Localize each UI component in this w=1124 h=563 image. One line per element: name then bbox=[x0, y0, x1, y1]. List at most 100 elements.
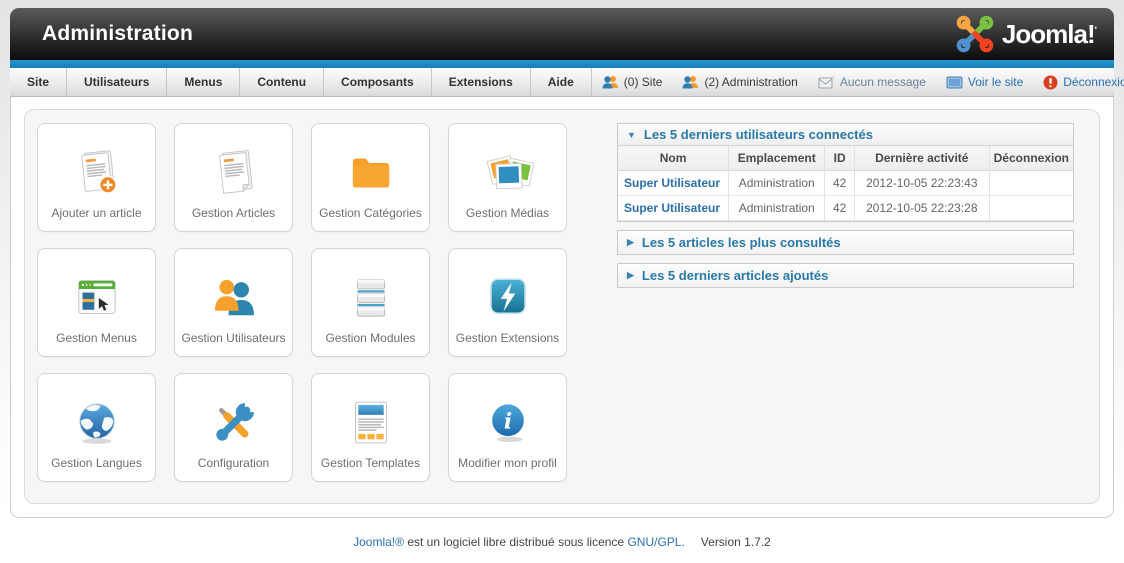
module-title: Les 5 derniers articles ajoutés bbox=[642, 268, 828, 283]
user-link[interactable]: Super Utilisateur bbox=[624, 176, 720, 190]
blue-stripe bbox=[10, 60, 1114, 68]
svg-text:i: i bbox=[503, 409, 511, 434]
quickicon-gestion-modules[interactable]: Gestion Modules bbox=[311, 248, 430, 357]
status-logout[interactable]: Déconnexion bbox=[1033, 75, 1124, 90]
module-header-latest[interactable]: ▶ Les 5 derniers articles ajoutés bbox=[618, 264, 1073, 287]
cell-emplacement: Administration bbox=[729, 196, 825, 221]
status-site-sessions[interactable]: (0) Site bbox=[592, 75, 673, 89]
column-header: Emplacement bbox=[729, 146, 825, 171]
dashboard-modules: ▼ Les 5 derniers utilisateurs connectés … bbox=[617, 123, 1074, 490]
users-icon bbox=[205, 265, 263, 331]
article-icon bbox=[205, 140, 263, 206]
quickicon-gestion-langues[interactable]: Gestion Langues bbox=[37, 373, 156, 482]
quickicon-label: Configuration bbox=[198, 456, 269, 470]
quickicon-label: Modifier mon profil bbox=[458, 456, 557, 470]
footer-text: est un logiciel libre distribué sous lic… bbox=[404, 535, 627, 549]
template-icon bbox=[342, 390, 400, 456]
monitor-icon bbox=[946, 76, 963, 89]
quickicon-modifier-mon-profil[interactable]: i Modifier mon profil bbox=[448, 373, 567, 482]
content-area: Ajouter un article bbox=[10, 97, 1114, 518]
menu-site[interactable]: Site bbox=[10, 68, 67, 96]
status-label: Déconnexion bbox=[1063, 75, 1124, 89]
quickicon-gestion-menus[interactable]: Gestion Menus bbox=[37, 248, 156, 357]
module-derniers-utilisateurs: ▼ Les 5 derniers utilisateurs connectés … bbox=[617, 123, 1074, 222]
main-menu: Site Utilisateurs Menus Contenu Composan… bbox=[10, 68, 592, 96]
joomla-footer-link[interactable]: Joomla!® bbox=[353, 535, 404, 549]
cpanel: Ajouter un article bbox=[24, 109, 1100, 504]
quickicon-label: Gestion Médias bbox=[466, 206, 549, 220]
header-bar: Administration Joomla!' bbox=[10, 8, 1114, 60]
module-title: Les 5 derniers utilisateurs connectés bbox=[644, 127, 873, 142]
module-header-popular[interactable]: ▶ Les 5 articles les plus consultés bbox=[618, 231, 1073, 254]
quickicon-gestion-utilisateurs[interactable]: Gestion Utilisateurs bbox=[174, 248, 293, 357]
quickicon-gestion-medias[interactable]: Gestion Médias bbox=[448, 123, 567, 232]
table-row: Super Utilisateur Administration 42 2012… bbox=[618, 196, 1073, 221]
chevron-down-icon: ▼ bbox=[627, 130, 636, 140]
cell-id: 42 bbox=[825, 196, 855, 221]
menus-icon bbox=[68, 265, 126, 331]
quickicon-label: Gestion Articles bbox=[192, 206, 275, 220]
menu-utilisateurs[interactable]: Utilisateurs bbox=[67, 68, 167, 96]
module-derniers-articles: ▶ Les 5 derniers articles ajoutés bbox=[617, 263, 1074, 288]
globe-icon bbox=[68, 390, 126, 456]
menu-contenu[interactable]: Contenu bbox=[240, 68, 324, 96]
column-header: Déconnexion bbox=[989, 146, 1073, 171]
quickicon-gestion-categories[interactable]: Gestion Catégories bbox=[311, 123, 430, 232]
menu-aide[interactable]: Aide bbox=[531, 68, 592, 96]
users-small-icon bbox=[682, 75, 699, 89]
joomla-wordmark: Joomla!' bbox=[1002, 19, 1096, 50]
info-icon: i bbox=[479, 390, 537, 456]
quickicon-gestion-articles[interactable]: Gestion Articles bbox=[174, 123, 293, 232]
column-header: Dernière activité bbox=[854, 146, 989, 171]
admin-window: Administration Joomla!' Site Util bbox=[10, 8, 1114, 518]
quickicon-label: Gestion Menus bbox=[56, 331, 137, 345]
status-bar: (0) Site (2) Administration ² bbox=[592, 68, 1124, 96]
status-messages[interactable]: ² Aucun message bbox=[808, 75, 936, 89]
chevron-right-icon: ▶ bbox=[627, 237, 634, 248]
status-admin-sessions[interactable]: (2) Administration bbox=[672, 75, 807, 89]
cell-activite: 2012-10-05 22:23:28 bbox=[854, 196, 989, 221]
quickicon-gestion-templates[interactable]: Gestion Templates bbox=[311, 373, 430, 482]
user-link[interactable]: Super Utilisateur bbox=[624, 201, 720, 215]
quickicon-gestion-extensions[interactable]: Gestion Extensions bbox=[448, 248, 567, 357]
table-row: Super Utilisateur Administration 42 2012… bbox=[618, 171, 1073, 196]
quickicon-ajouter-un-article[interactable]: Ajouter un article bbox=[37, 123, 156, 232]
quickicon-label: Gestion Extensions bbox=[456, 331, 559, 345]
extensions-icon bbox=[479, 265, 537, 331]
quickicon-label: Gestion Langues bbox=[51, 456, 142, 470]
cell-id: 42 bbox=[825, 171, 855, 196]
status-label: (2) Administration bbox=[704, 75, 797, 89]
footer: Joomla!® est un logiciel libre distribué… bbox=[0, 535, 1124, 549]
cell-activite: 2012-10-05 22:23:43 bbox=[854, 171, 989, 196]
status-label: Aucun message bbox=[840, 75, 926, 89]
chevron-right-icon: ▶ bbox=[627, 270, 634, 281]
logout-icon bbox=[1043, 75, 1058, 90]
quickicon-label: Gestion Modules bbox=[325, 331, 415, 345]
users-small-icon bbox=[602, 75, 619, 89]
menubar: Site Utilisateurs Menus Contenu Composan… bbox=[10, 68, 1114, 97]
tools-icon bbox=[205, 390, 263, 456]
quickicon-configuration[interactable]: Configuration bbox=[174, 373, 293, 482]
status-label: Voir le site bbox=[968, 75, 1023, 89]
folder-icon bbox=[342, 140, 400, 206]
mail-icon: ² bbox=[818, 75, 835, 89]
quickicon-label: Ajouter un article bbox=[51, 206, 141, 220]
menu-extensions[interactable]: Extensions bbox=[432, 68, 531, 96]
status-view-site[interactable]: Voir le site bbox=[936, 75, 1033, 89]
module-articles-consultes: ▶ Les 5 articles les plus consultés bbox=[617, 230, 1074, 255]
cell-emplacement: Administration bbox=[729, 171, 825, 196]
quickicon-label: Gestion Catégories bbox=[319, 206, 422, 220]
menu-composants[interactable]: Composants bbox=[324, 68, 432, 96]
modules-icon bbox=[342, 265, 400, 331]
svg-text:²: ² bbox=[833, 76, 835, 82]
module-title: Les 5 articles les plus consultés bbox=[642, 235, 841, 250]
license-link[interactable]: GNU/GPL. bbox=[627, 535, 684, 549]
version-label: Version 1.7.2 bbox=[701, 535, 771, 549]
status-label: (0) Site bbox=[624, 75, 663, 89]
column-header: Nom bbox=[618, 146, 729, 171]
joomla-logo-icon bbox=[956, 15, 994, 53]
module-header-users[interactable]: ▼ Les 5 derniers utilisateurs connectés bbox=[618, 124, 1073, 145]
menu-menus[interactable]: Menus bbox=[167, 68, 240, 96]
quickicon-label: Gestion Utilisateurs bbox=[181, 331, 285, 345]
quickicon-grid: Ajouter un article bbox=[37, 123, 567, 490]
